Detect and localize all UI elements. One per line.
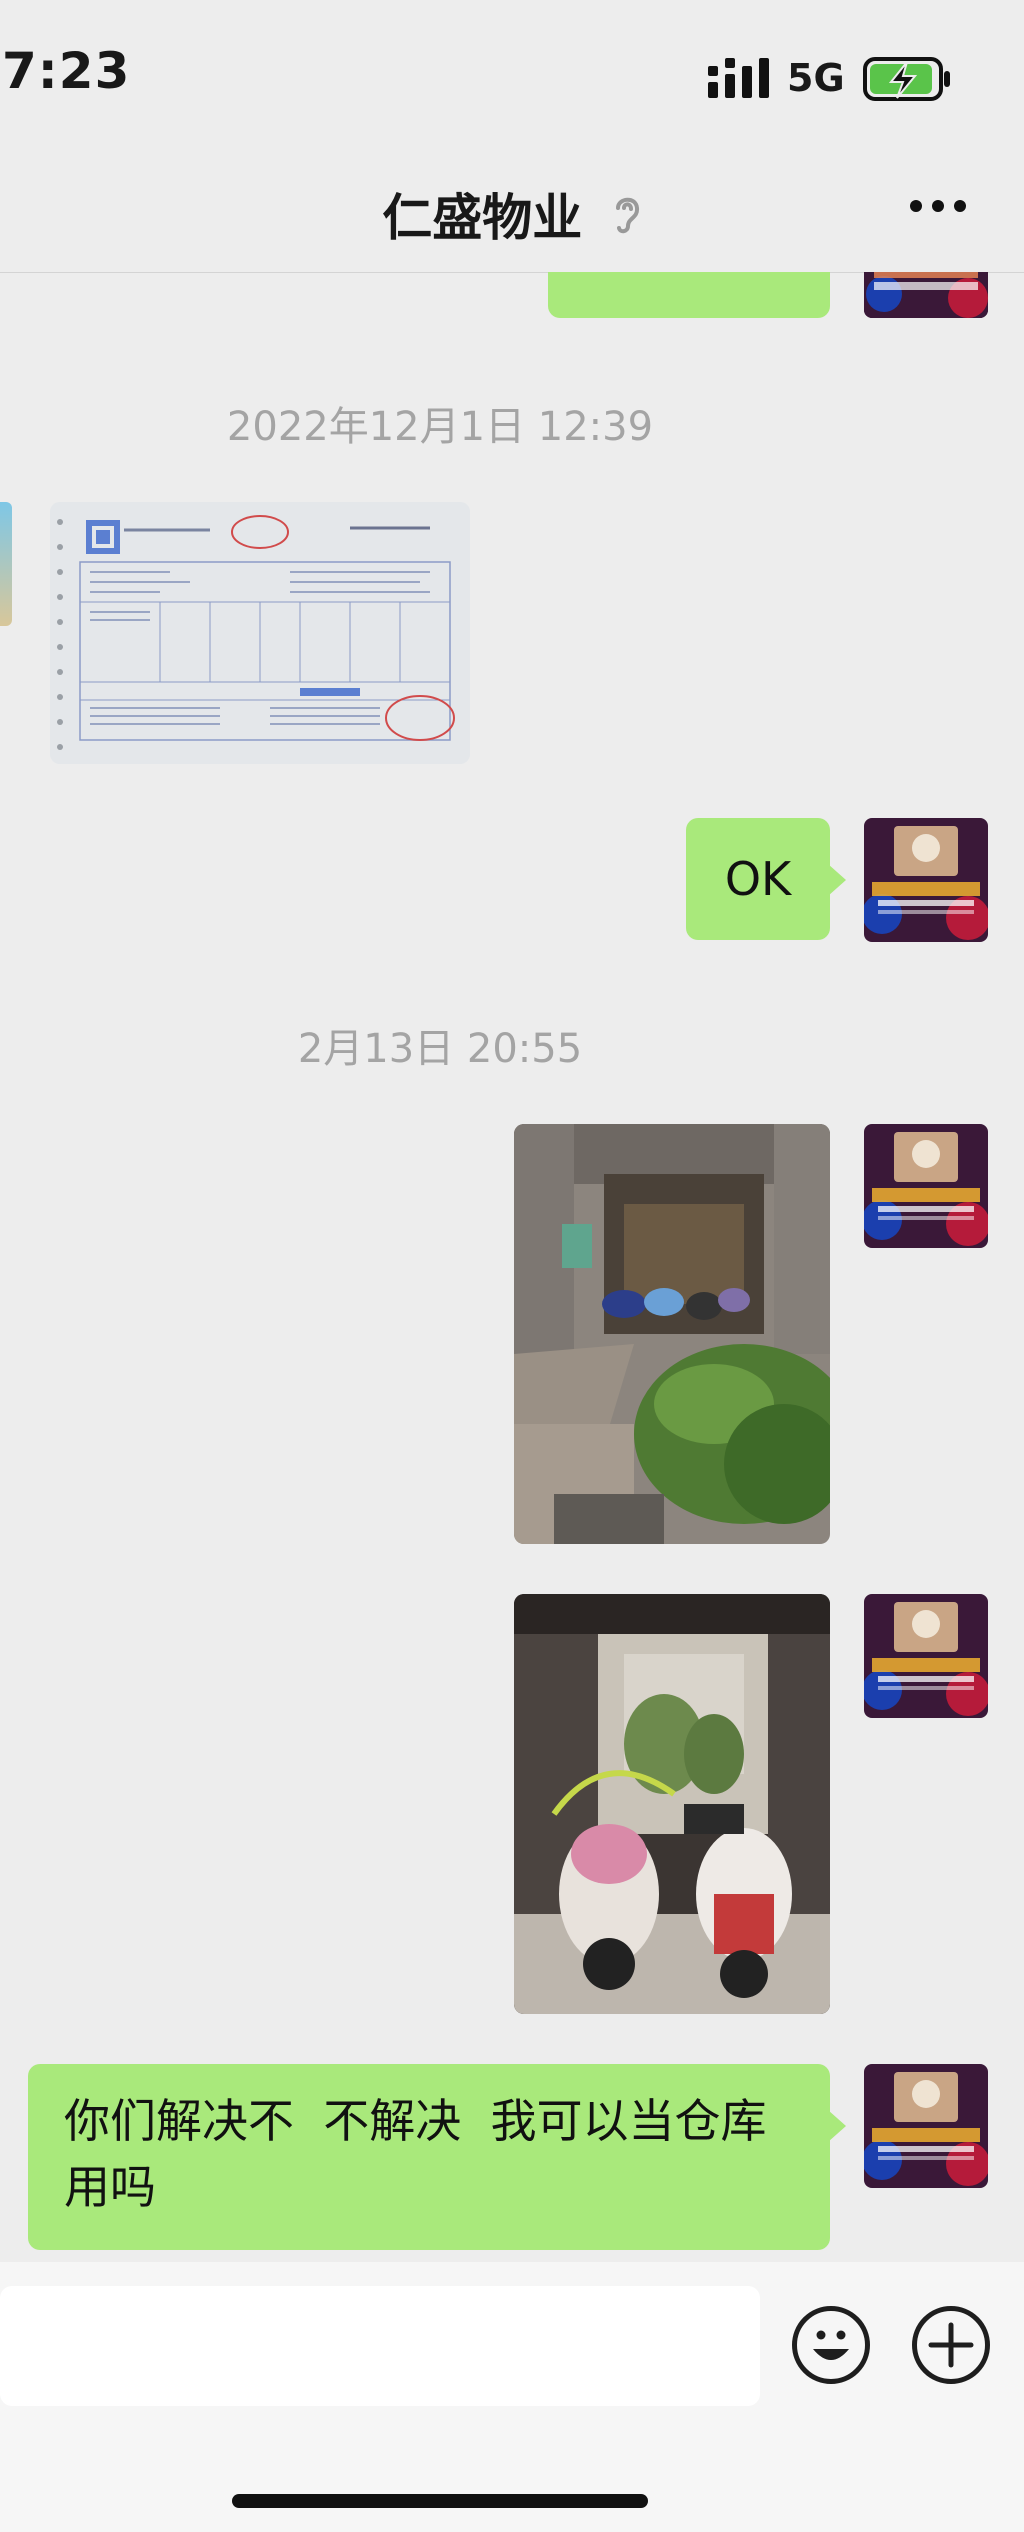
chat-title-text: 仁盛物业	[382, 189, 583, 247]
photo-message[interactable]	[514, 1594, 830, 2014]
invoice-image[interactable]	[50, 502, 470, 764]
message-bubble-ok[interactable]: OK	[686, 818, 846, 940]
message-text: OK	[724, 852, 792, 906]
avatar[interactable]	[864, 1594, 988, 1718]
home-indicator[interactable]	[232, 2494, 648, 2508]
network-label: 5G	[787, 56, 845, 100]
avatar[interactable]	[864, 818, 988, 942]
avatar[interactable]	[864, 1124, 988, 1248]
timestamp: 2月13日 20:55	[297, 1026, 583, 1072]
plus-icon	[928, 2322, 974, 2368]
message-input[interactable]	[0, 2286, 760, 2406]
chat-title[interactable]: 仁盛物业	[0, 178, 1024, 250]
emoji-button[interactable]	[792, 2306, 870, 2384]
timestamp: 2022年12月1日 12:39	[226, 404, 654, 450]
message-text: 你们解决不 不解决 我可以当仓库用吗	[64, 2094, 767, 2214]
contact-avatar[interactable]	[0, 502, 12, 626]
more-icon[interactable]	[908, 196, 968, 216]
signal-icon	[708, 58, 769, 98]
status-time: 7:23	[2, 42, 131, 100]
battery-charging-icon	[863, 57, 950, 101]
photo-message[interactable]	[514, 1124, 830, 1544]
message-bubble-text[interactable]: 你们解决不 不解决 我可以当仓库用吗	[28, 2064, 846, 2250]
message-bubble-partial[interactable]	[548, 272, 830, 318]
avatar[interactable]	[864, 2064, 988, 2188]
plus-button[interactable]	[912, 2306, 990, 2384]
avatar[interactable]	[864, 272, 988, 318]
emoji-icon	[813, 2330, 849, 2360]
ear-icon	[615, 197, 639, 234]
